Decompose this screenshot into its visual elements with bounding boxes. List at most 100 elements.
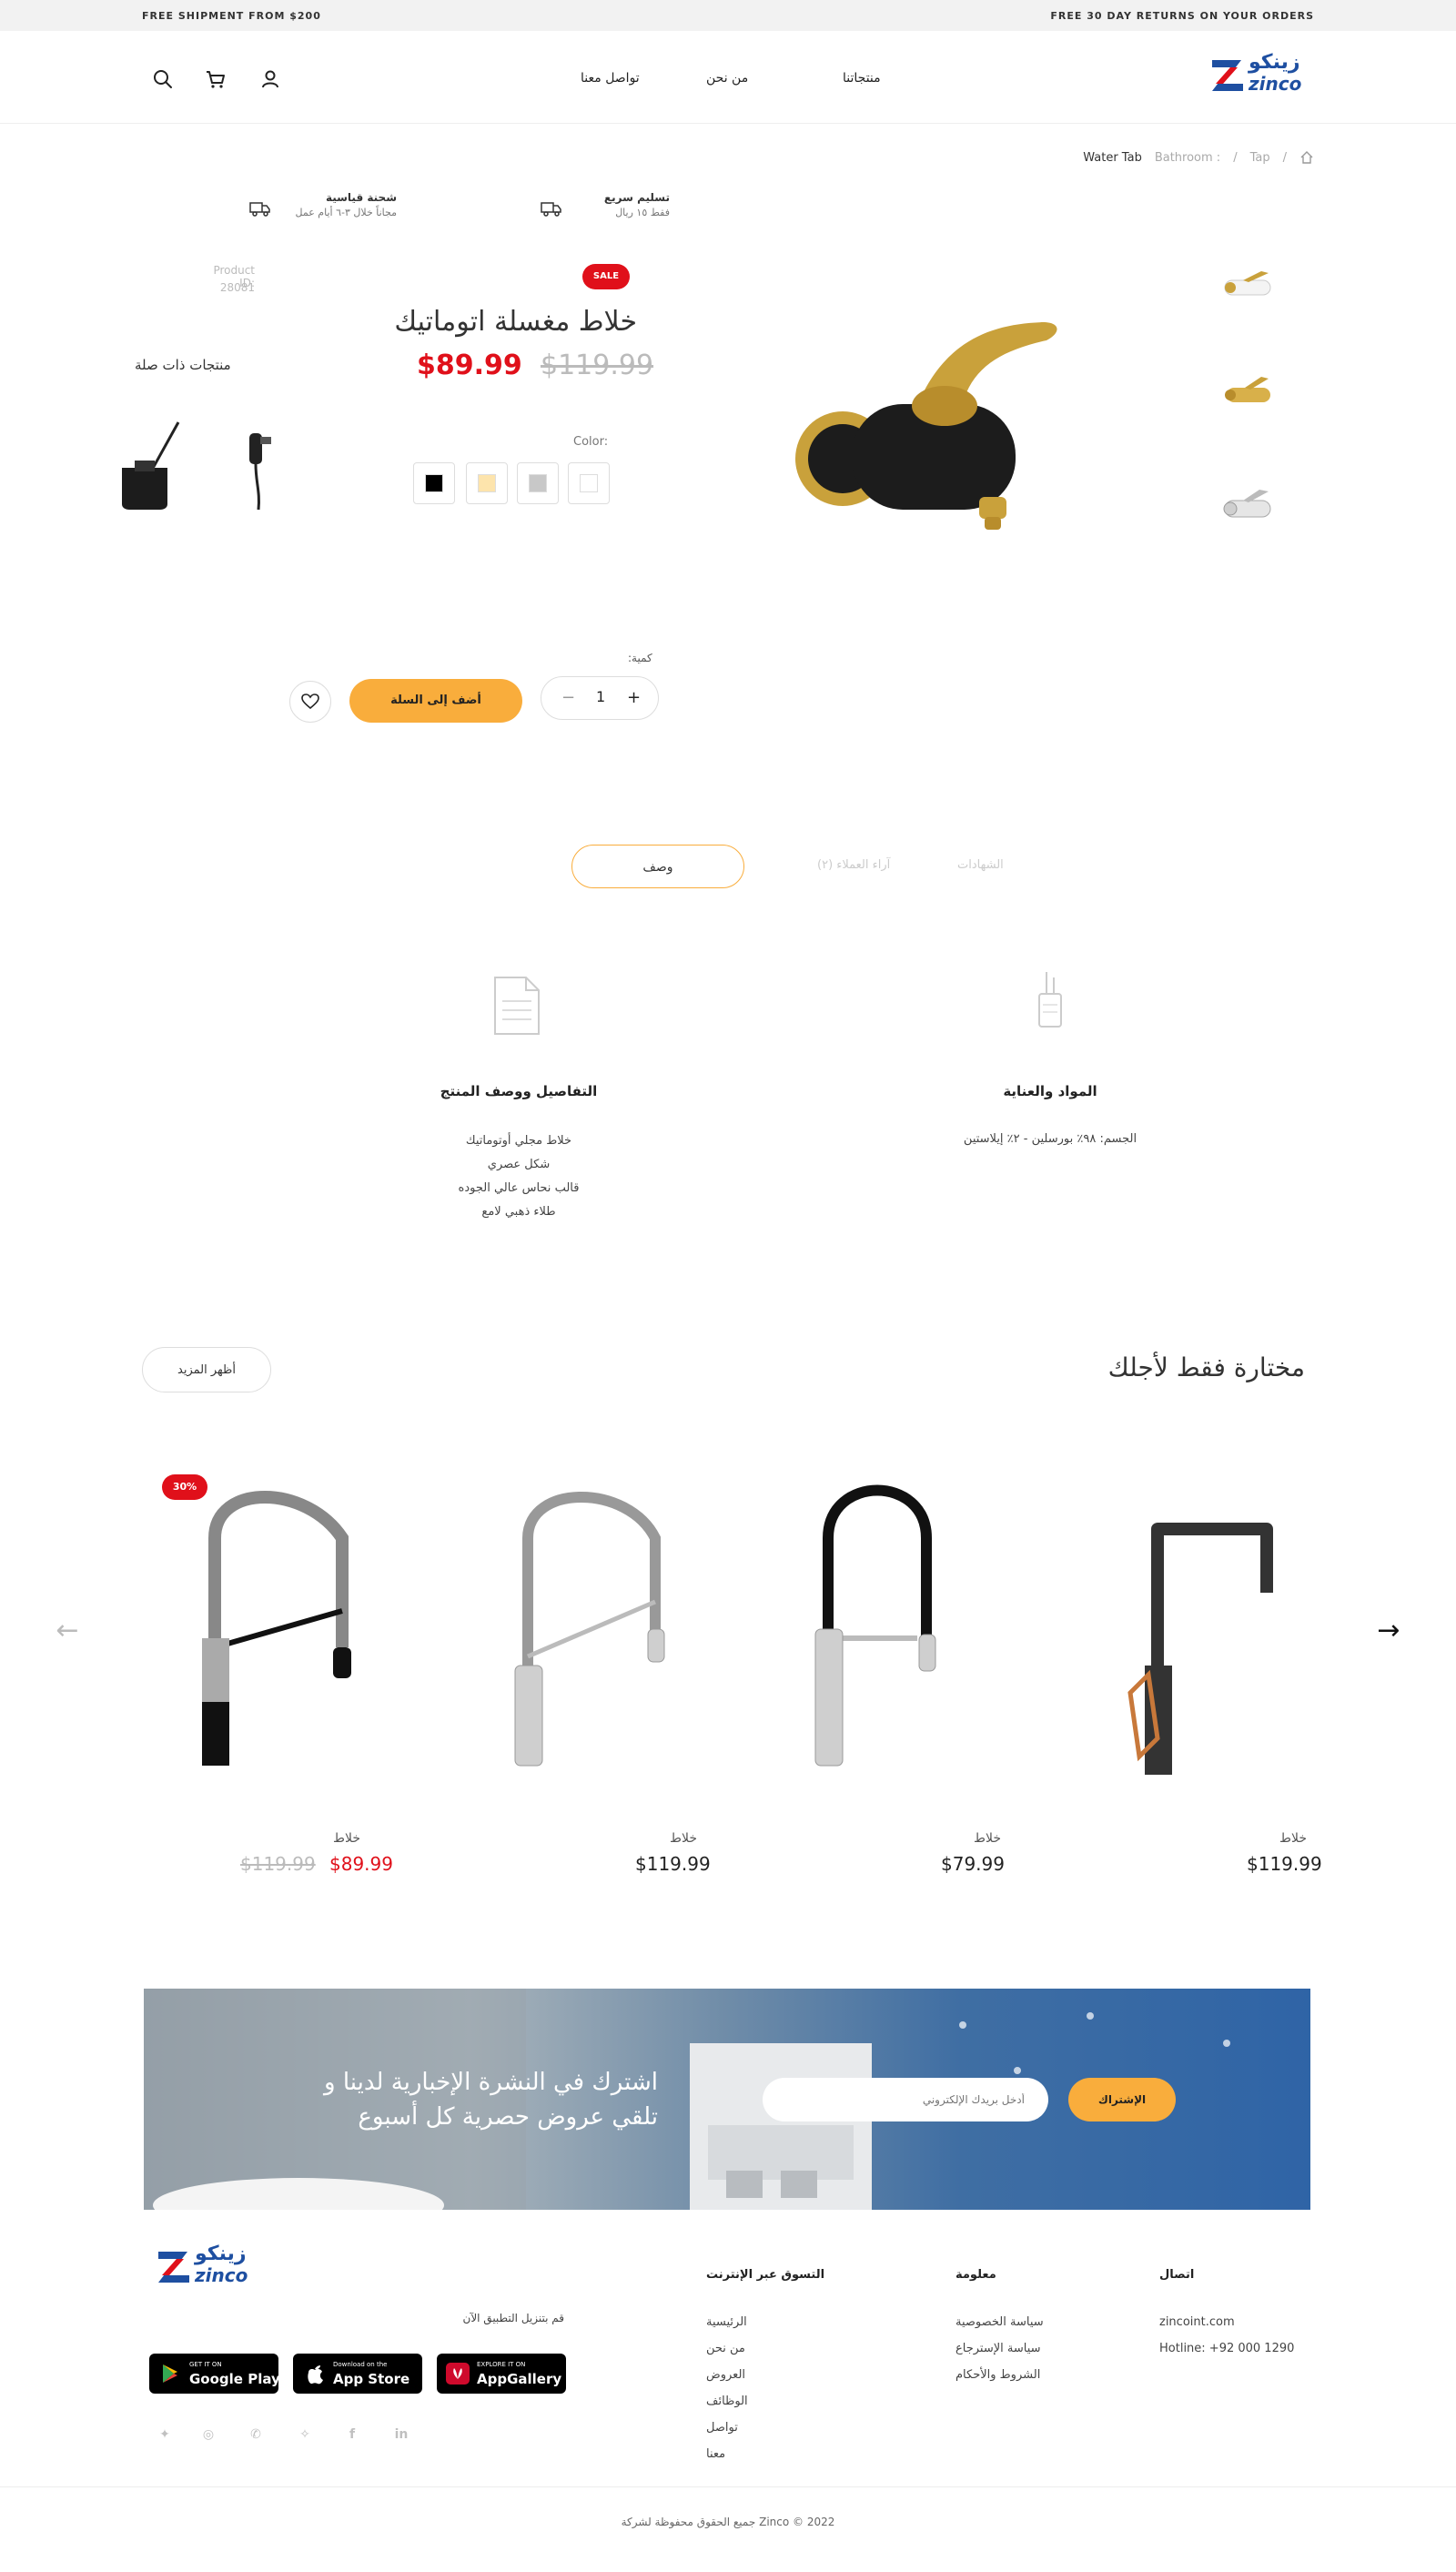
app-gallery-button[interactable]: EXPLORE IT ON AppGallery <box>437 2354 566 2394</box>
footer-link-returns[interactable]: سياسة الإسترجاع <box>956 2342 1138 2355</box>
instagram-icon[interactable]: ◎ <box>198 2425 218 2445</box>
carousel-prev-arrow[interactable]: ← <box>51 1615 84 1647</box>
zinco-logo-mark <box>1212 60 1243 91</box>
product-card-price: $89.99 <box>329 1853 393 1875</box>
featured-section-title: مختارة فقط لأجلك <box>1107 1352 1305 1382</box>
details-line-3: قالب نحاس عالي الجوده <box>458 1181 580 1195</box>
product-card-name[interactable]: خلاط <box>273 1831 360 1846</box>
standard-shipping-subtitle: مجاناً خلال ٣-٦ أيام عمل <box>295 207 397 218</box>
footer-info-heading: معلومة <box>956 2268 996 2282</box>
footer-email[interactable]: zincoint.com <box>1159 2315 1235 2329</box>
whatsapp-icon[interactable]: ✆ <box>246 2425 266 2445</box>
footer-link-home[interactable]: الرئيسية <box>706 2315 888 2329</box>
logo-text-arabic: زينكو <box>1249 51 1300 74</box>
tab-description[interactable]: وصف <box>571 845 744 888</box>
newsletter-text: اشترك في النشرة الإخبارية لدينا و تلقي ع… <box>239 2065 658 2134</box>
nav-products[interactable]: منتجاتنا <box>843 71 881 86</box>
huawei-icon <box>446 2363 470 2385</box>
related-product-toilet-brush[interactable] <box>109 417 191 511</box>
details-title: التفاصيل ووصف المنتج <box>440 1083 598 1099</box>
product-thumbnail-gold[interactable] <box>1216 351 1289 424</box>
footer-link-jobs[interactable]: الوظائف <box>706 2395 888 2408</box>
footer-link-us[interactable]: معنا <box>706 2447 888 2461</box>
footer-logo[interactable]: زينكو zinco <box>157 2243 258 2290</box>
breadcrumb-tap[interactable]: Tap <box>1250 151 1270 165</box>
site-header: تواصل معنا من نحن منتجاتنا زينكو zinco <box>0 31 1456 124</box>
breadcrumb-bathroom[interactable]: Bathroom : <box>1155 151 1220 165</box>
home-icon[interactable] <box>1299 150 1314 165</box>
search-icon[interactable] <box>151 67 175 91</box>
site-logo[interactable]: زينكو zinco <box>1210 51 1312 98</box>
quantity-stepper: − 1 + <box>541 676 659 720</box>
footer-divider <box>0 2486 1456 2487</box>
google-play-icon <box>163 2364 177 2383</box>
footer-link-offers[interactable]: العروض <box>706 2368 888 2382</box>
price-current: $89.99 <box>417 349 522 381</box>
product-card-name[interactable]: خلاط <box>914 1831 1001 1846</box>
details-line-2: شكل عصري <box>487 1158 551 1171</box>
footer-link-privacy[interactable]: سياسة الخصوصية <box>956 2315 1138 2329</box>
product-card-price: $79.99 <box>941 1853 1005 1875</box>
app-store-button[interactable]: Download on the App Store <box>293 2354 422 2394</box>
related-product-bidet-spray[interactable] <box>233 428 288 511</box>
materials-icon <box>1038 972 1062 1028</box>
newsletter-text-line-2: تلقي عروض حصرية كل أسبوع <box>358 2103 658 2131</box>
quantity-value[interactable]: 1 <box>596 688 605 705</box>
newsletter-email-input[interactable] <box>763 2078 1048 2121</box>
product-thumbnail-gold-white[interactable] <box>1216 244 1289 317</box>
color-swatch-black[interactable] <box>413 462 455 504</box>
product-thumbnail-chrome[interactable] <box>1216 464 1289 537</box>
breadcrumb-separator: / <box>1233 150 1238 165</box>
product-card-image-spring-chrome[interactable] <box>446 1465 719 1775</box>
product-card-name[interactable]: خلاط <box>610 1831 697 1846</box>
color-label: Color: <box>573 435 609 449</box>
show-more-button[interactable]: أظهر المزيد <box>142 1347 271 1392</box>
nav-contact[interactable]: تواصل معنا <box>581 71 640 86</box>
details-line-4: طلاء ذهبي لامع <box>481 1205 556 1219</box>
quantity-increase-button[interactable]: + <box>627 688 641 707</box>
zinco-logo-mark <box>158 2252 189 2283</box>
carousel-next-arrow[interactable]: → <box>1372 1615 1405 1647</box>
footer-link-contact[interactable]: تواصل <box>706 2421 888 2435</box>
price-original: $119.99 <box>541 349 654 381</box>
details-line-1: خلاط مجلي أوتوماتيك <box>465 1134 572 1148</box>
delivery-truck-icon <box>541 202 561 217</box>
standard-shipping-info: شحنة قياسية مجاناً خلال ٣-٦ أيام عمل <box>288 191 397 218</box>
materials-line: الجسم: ٩٨٪ بورسلين - ٢٪ إيلاستين <box>963 1132 1138 1146</box>
nav-about[interactable]: من نحن <box>706 71 748 86</box>
tab-certificates[interactable]: الشهادات <box>957 858 1004 872</box>
related-products-title: منتجات ذات صلة <box>135 357 231 373</box>
product-id-value: 28081 <box>219 281 255 294</box>
wishlist-button[interactable] <box>289 681 331 723</box>
facebook-icon[interactable]: f <box>342 2425 362 2445</box>
user-icon[interactable] <box>258 67 282 91</box>
color-swatch-white[interactable] <box>568 462 610 504</box>
product-card-image-flex-black[interactable] <box>744 1465 1017 1775</box>
product-card-price: $119.99 <box>635 1853 711 1875</box>
twitter-icon[interactable]: ✧ <box>295 2425 315 2445</box>
returns-notice: FREE 30 DAY RETURNS ON YOUR ORDERS <box>1050 10 1314 22</box>
discount-badge: 30% <box>162 1474 207 1500</box>
color-swatch-silver[interactable] <box>517 462 559 504</box>
footer-hotline[interactable]: Hotline: +92 000 1290 <box>1159 2342 1294 2355</box>
product-card-image-spring-black[interactable] <box>142 1465 415 1775</box>
footer-link-about[interactable]: من نحن <box>706 2342 888 2355</box>
snapchat-icon[interactable]: ✦ <box>155 2425 175 2445</box>
product-card-name[interactable]: خلاط <box>1219 1831 1307 1846</box>
linkedin-icon[interactable]: in <box>391 2425 411 2445</box>
google-play-button[interactable]: GET IT ON Google Play <box>149 2354 280 2394</box>
top-announcement-bar: FREE SHIPMENT FROM $200 FREE 30 DAY RETU… <box>0 0 1456 31</box>
newsletter-subscribe-button[interactable]: الإشتراك <box>1068 2078 1176 2121</box>
breadcrumb-current[interactable]: Water Tab <box>1083 151 1142 165</box>
color-swatch-gold[interactable] <box>466 462 508 504</box>
add-to-cart-button[interactable]: أضف إلى السلة <box>349 679 522 723</box>
heart-icon <box>301 694 319 710</box>
footer-link-terms[interactable]: الشروط والأحكام <box>956 2368 1138 2382</box>
logo-text-english: zinco <box>195 2264 248 2286</box>
quantity-decrease-button[interactable]: − <box>561 688 575 707</box>
product-main-image <box>795 322 1057 530</box>
tab-reviews[interactable]: آراء العملاء (٢) <box>817 858 890 872</box>
cart-icon[interactable] <box>204 67 228 91</box>
product-card-price: $119.99 <box>1247 1853 1322 1875</box>
product-card-image-square-black[interactable] <box>1048 1465 1321 1775</box>
